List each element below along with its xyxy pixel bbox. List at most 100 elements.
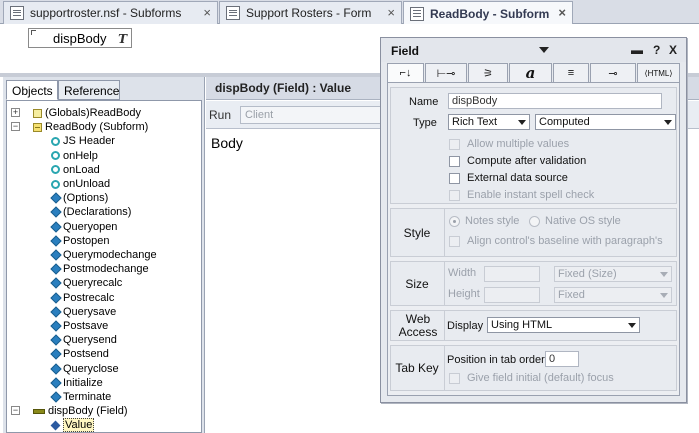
event-icon (51, 179, 60, 189)
script-icon (51, 193, 60, 203)
field-icon (33, 408, 45, 414)
size-label: Size (405, 277, 429, 291)
tab-html[interactable]: ⟨HTML⟩ (637, 63, 680, 83)
tree-item[interactable]: onLoad (51, 163, 100, 177)
script-icon (51, 392, 60, 402)
tab-reference[interactable]: Reference (58, 80, 120, 100)
run-select[interactable]: Client (240, 106, 400, 124)
group-divider (444, 209, 445, 256)
event-icon (51, 165, 60, 175)
tree-item[interactable]: Terminate (51, 390, 111, 404)
tree-item[interactable]: Postopen (51, 234, 109, 248)
height-mode-value: Fixed (558, 289, 585, 301)
tree-item[interactable]: Queryopen (51, 220, 117, 234)
tree-item[interactable]: + (Globals)ReadBody (11, 106, 141, 120)
tree-item-label: Postsend (63, 348, 109, 361)
tree-item[interactable]: Queryclose (51, 362, 119, 376)
display-label: Display (447, 320, 484, 332)
tree-item[interactable]: onUnload (51, 177, 110, 191)
tree-item-label: Queryrecalc (63, 277, 123, 290)
tree-item[interactable]: Postsend (51, 347, 109, 361)
field-dispbody[interactable]: dispBody T (28, 28, 132, 48)
tree-item[interactable]: JS Header (51, 134, 115, 148)
tree-item[interactable]: Value (50, 418, 95, 433)
height-input[interactable] (484, 287, 540, 303)
subform-icon (410, 6, 424, 21)
tree-item[interactable]: Initialize (51, 376, 103, 390)
rich-text-type-icon: T (118, 32, 127, 46)
spell-check-checkbox[interactable] (449, 190, 460, 201)
tab-support-rosters-form[interactable]: Support Rosters - Form × (219, 1, 402, 24)
tree-item-label: onLoad (63, 163, 100, 176)
tree-item[interactable]: (Declarations) (51, 205, 131, 219)
chevron-down-icon (660, 293, 668, 298)
tab-order-input[interactable]: 0 (545, 351, 579, 367)
close-icon[interactable]: X (669, 43, 677, 57)
display-select[interactable]: Using HTML (487, 317, 640, 333)
name-input[interactable]: dispBody (448, 93, 662, 109)
field-properties-box: Field ▬ ? X ⌐↓ ⊢⊸ ⚞ a ≡ ⊸ ⟨HTML⟩ Name di… (380, 37, 687, 403)
tab-readbody-subform[interactable]: ReadBody - Subform × (403, 1, 573, 25)
tab-field-info[interactable]: ⌐↓ (387, 63, 424, 83)
collapse-icon[interactable]: − (11, 122, 20, 132)
type-select[interactable]: Rich Text (448, 114, 530, 130)
initial-focus-checkbox[interactable] (449, 373, 460, 384)
compute-after-checkbox[interactable] (449, 156, 460, 167)
type-mode-select[interactable]: Computed (535, 114, 676, 130)
tree-item-label: Querysend (63, 334, 117, 347)
tab-font[interactable]: a (509, 63, 552, 83)
tree-item[interactable]: Querysave (51, 305, 116, 319)
tree-item-label: ReadBody (Subform) (45, 121, 149, 134)
external-source-checkbox[interactable] (449, 173, 460, 184)
tree-item[interactable]: (Options) (51, 191, 108, 205)
tab-hide-when[interactable]: ⊸ (590, 63, 636, 83)
tree-item[interactable]: Queryrecalc (51, 276, 122, 290)
script-icon (51, 364, 60, 374)
tree-item[interactable]: onHelp (51, 149, 98, 163)
align-baseline-label: Align control's baseline with paragraph'… (467, 235, 663, 247)
tab-objects[interactable]: Objects (6, 80, 58, 100)
collapse-icon[interactable]: − (11, 406, 20, 416)
minimize-icon[interactable]: ▬ (631, 43, 643, 57)
notes-style-radio[interactable] (449, 216, 460, 227)
tree-item[interactable]: − dispBody (Field) (11, 404, 127, 418)
tab-advanced[interactable]: ⚞ (468, 63, 508, 83)
tab-control[interactable]: ⊢⊸ (425, 63, 467, 83)
web-access-label: Web Access (398, 312, 438, 339)
tree-item[interactable]: Querymodechange (51, 248, 157, 262)
close-icon[interactable]: × (387, 5, 395, 20)
script-icon (51, 222, 60, 232)
help-icon[interactable]: ? (653, 43, 660, 57)
width-input[interactable] (484, 266, 540, 282)
expand-icon[interactable]: + (11, 108, 20, 117)
tree-item[interactable]: Postmodechange (51, 262, 149, 276)
script-icon (51, 321, 60, 331)
allow-multiple-checkbox[interactable] (449, 139, 460, 150)
subform-icon (33, 122, 42, 132)
tree-item[interactable]: Querysend (51, 333, 117, 347)
tab-paragraph[interactable]: ≡ (553, 63, 589, 83)
tree-item-label: Querysave (63, 305, 117, 318)
width-mode-select[interactable]: Fixed (Size) (554, 266, 672, 282)
group-style: Style Notes style Native OS style Align … (390, 208, 677, 257)
tree-item[interactable]: Postrecalc (51, 291, 114, 305)
name-label: Name (409, 96, 439, 108)
native-style-radio[interactable] (529, 216, 540, 227)
height-mode-select[interactable]: Fixed (554, 287, 672, 303)
group-divider (444, 346, 445, 390)
tree-item[interactable]: − ReadBody (Subform) (11, 120, 149, 134)
tab-key-label: Tab Key (395, 361, 439, 375)
group-web-access: Web Access Display Using HTML (390, 310, 677, 341)
close-icon[interactable]: × (203, 5, 211, 20)
style-label: Style (403, 226, 431, 240)
event-icon (51, 136, 60, 146)
properties-body: Name dispBody Type Rich Text Computed Al… (387, 82, 680, 396)
script-icon (51, 378, 60, 388)
properties-dropdown-icon[interactable] (539, 47, 549, 53)
event-icon (51, 151, 60, 161)
align-baseline-checkbox[interactable] (449, 236, 460, 247)
close-icon[interactable]: × (558, 5, 566, 20)
tree-item[interactable]: Postsave (51, 319, 108, 333)
tab-subforms-list[interactable]: supportroster.nsf - Subforms × (3, 1, 218, 24)
script-icon (51, 207, 60, 217)
